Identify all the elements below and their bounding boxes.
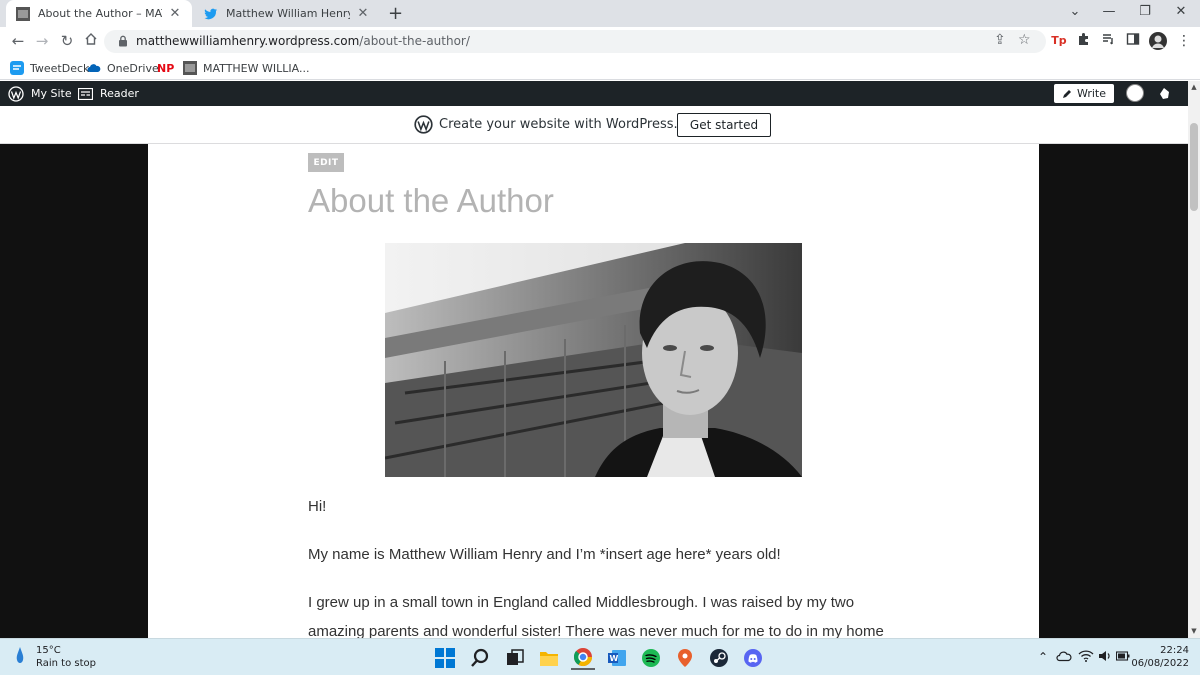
wordpress-admin-bar: My Site Reader Write (0, 81, 1188, 106)
clock-time: 22:24 (1160, 645, 1189, 656)
chrome-icon[interactable] (571, 646, 595, 670)
scroll-up-arrow-icon[interactable]: ▲ (1188, 81, 1200, 93)
windows-start-icon[interactable] (433, 646, 457, 670)
bookmark-star-icon[interactable]: ☆ (1018, 32, 1031, 48)
tab-title: About the Author – MATTHEW W (38, 7, 162, 20)
user-avatar[interactable] (1126, 84, 1144, 102)
show-hidden-icons-chevron-icon[interactable]: ⌃ (1038, 650, 1048, 664)
my-site-link[interactable]: My Site (8, 81, 72, 106)
bookmark-label: TweetDeck (30, 61, 90, 75)
url-text: matthewwilliamhenry.wordpress.com/about-… (136, 34, 470, 48)
bookmark-np[interactable]: NP (157, 59, 174, 77)
clock-date: 06/08/2022 (1131, 658, 1189, 669)
site-favicon-icon (183, 61, 197, 75)
side-panel-icon[interactable] (1124, 32, 1142, 50)
onedrive-cloud-icon (87, 61, 101, 75)
pen-icon (1062, 89, 1072, 99)
banner-text: Create your website with WordPress.com (439, 117, 706, 132)
reload-icon[interactable]: ↻ (57, 31, 77, 51)
tab-strip: About the Author – MATTHEW W ✕ Matthew W… (0, 0, 1200, 27)
onedrive-tray-icon[interactable] (1056, 650, 1072, 665)
tab-about-the-author[interactable]: About the Author – MATTHEW W ✕ (6, 0, 192, 27)
notifications-bell-icon[interactable] (1157, 86, 1173, 104)
my-site-label: My Site (31, 87, 72, 100)
twitter-icon (204, 7, 218, 21)
url-path: /about-the-author/ (359, 34, 470, 48)
discord-icon[interactable] (741, 646, 765, 670)
tab-twitter[interactable]: Matthew William Henry 📈🤢 (@ ✕ (194, 0, 380, 27)
temperature: 15°C (36, 645, 61, 656)
scroll-down-arrow-icon[interactable]: ▼ (1188, 625, 1200, 637)
windows-taskbar: 15°C Rain to stop W ⌃ 22:24 06/08/2022 (0, 638, 1200, 675)
tweetdeck-icon (10, 61, 24, 75)
site-favicon-icon (16, 6, 30, 21)
wifi-icon[interactable] (1078, 650, 1094, 665)
url-domain: matthewwilliamhenry.wordpress.com (136, 34, 360, 48)
close-tab-icon[interactable]: ✕ (356, 6, 370, 21)
paragraph-background: I grew up in a small town in England cal… (308, 594, 884, 638)
weather-description: Rain to stop (36, 658, 96, 669)
bookmark-tweetdeck[interactable]: TweetDeck (10, 59, 89, 77)
wordpress-logo-icon (414, 115, 433, 137)
paragraph-intro: My name is Matthew William Henry and I’m… (308, 546, 781, 563)
write-button[interactable]: Write (1054, 84, 1114, 103)
bookmark-onedrive[interactable]: OneDrive (87, 59, 159, 77)
weather-widget[interactable]: 15°C Rain to stop (14, 644, 96, 670)
back-arrow-icon[interactable]: ← (8, 31, 28, 51)
steam-icon[interactable] (707, 646, 731, 670)
reader-link[interactable]: Reader (78, 81, 139, 106)
bookmark-label: NP (157, 61, 175, 75)
edit-link[interactable]: EDIT (308, 153, 344, 172)
paragraph-greeting: Hi! (308, 498, 327, 515)
bookmarks-bar: TweetDeck OneDrive NP MATTHEW WILLIA... (0, 56, 1200, 80)
extensions-puzzle-icon[interactable] (1075, 32, 1093, 50)
volume-icon[interactable] (1098, 650, 1112, 665)
reader-icon (78, 87, 93, 100)
reading-list-icon[interactable] (1100, 32, 1118, 50)
word-icon[interactable]: W (605, 646, 629, 670)
write-label: Write (1076, 87, 1107, 100)
page-scrollbar[interactable]: ▲ ▼ (1188, 81, 1200, 638)
new-tab-button[interactable]: + (388, 3, 403, 24)
rain-icon (14, 645, 26, 670)
task-view-icon[interactable] (503, 646, 527, 670)
forward-arrow-icon[interactable]: → (32, 31, 52, 51)
tab-title: Matthew William Henry 📈🤢 (@ (226, 7, 350, 20)
create-website-banner: Create your website with WordPress.com G… (0, 106, 1188, 144)
svg-text:W: W (610, 654, 619, 663)
maps-pin-icon[interactable] (673, 646, 697, 670)
bookmark-label: OneDrive (107, 61, 159, 75)
home-icon[interactable] (81, 31, 101, 51)
share-icon[interactable]: ⇪ (994, 32, 1006, 48)
scroll-thumb[interactable] (1190, 123, 1198, 211)
browser-menu-icon[interactable]: ⋮ (1175, 32, 1193, 50)
lock-icon (118, 35, 128, 50)
profile-avatar-icon[interactable] (1149, 32, 1167, 50)
post-content: EDIT About the Author Hi! My name is Mat… (148, 144, 1039, 638)
wordpress-logo-icon (8, 85, 24, 102)
page-title: About the Author (308, 182, 554, 219)
close-tab-icon[interactable]: ✕ (168, 6, 182, 21)
bookmark-matthew-william[interactable]: MATTHEW WILLIA... (183, 59, 309, 77)
browser-toolbar: ← → ↻ matthewwilliamhenry.wordpress.com/… (0, 27, 1200, 56)
spotify-icon[interactable] (639, 646, 663, 670)
reader-label: Reader (100, 87, 139, 100)
author-photo (385, 243, 802, 477)
system-clock[interactable]: 22:24 06/08/2022 (1127, 644, 1189, 670)
bookmark-label: MATTHEW WILLIA... (203, 61, 310, 75)
close-window-button[interactable]: ✕ (1159, 0, 1200, 24)
search-icon[interactable] (468, 646, 492, 670)
tp-extension-icon[interactable]: Tp (1050, 32, 1068, 50)
get-started-button[interactable]: Get started (677, 113, 771, 137)
file-explorer-icon[interactable] (537, 646, 561, 670)
address-bar[interactable]: matthewwilliamhenry.wordpress.com/about-… (104, 30, 1046, 53)
